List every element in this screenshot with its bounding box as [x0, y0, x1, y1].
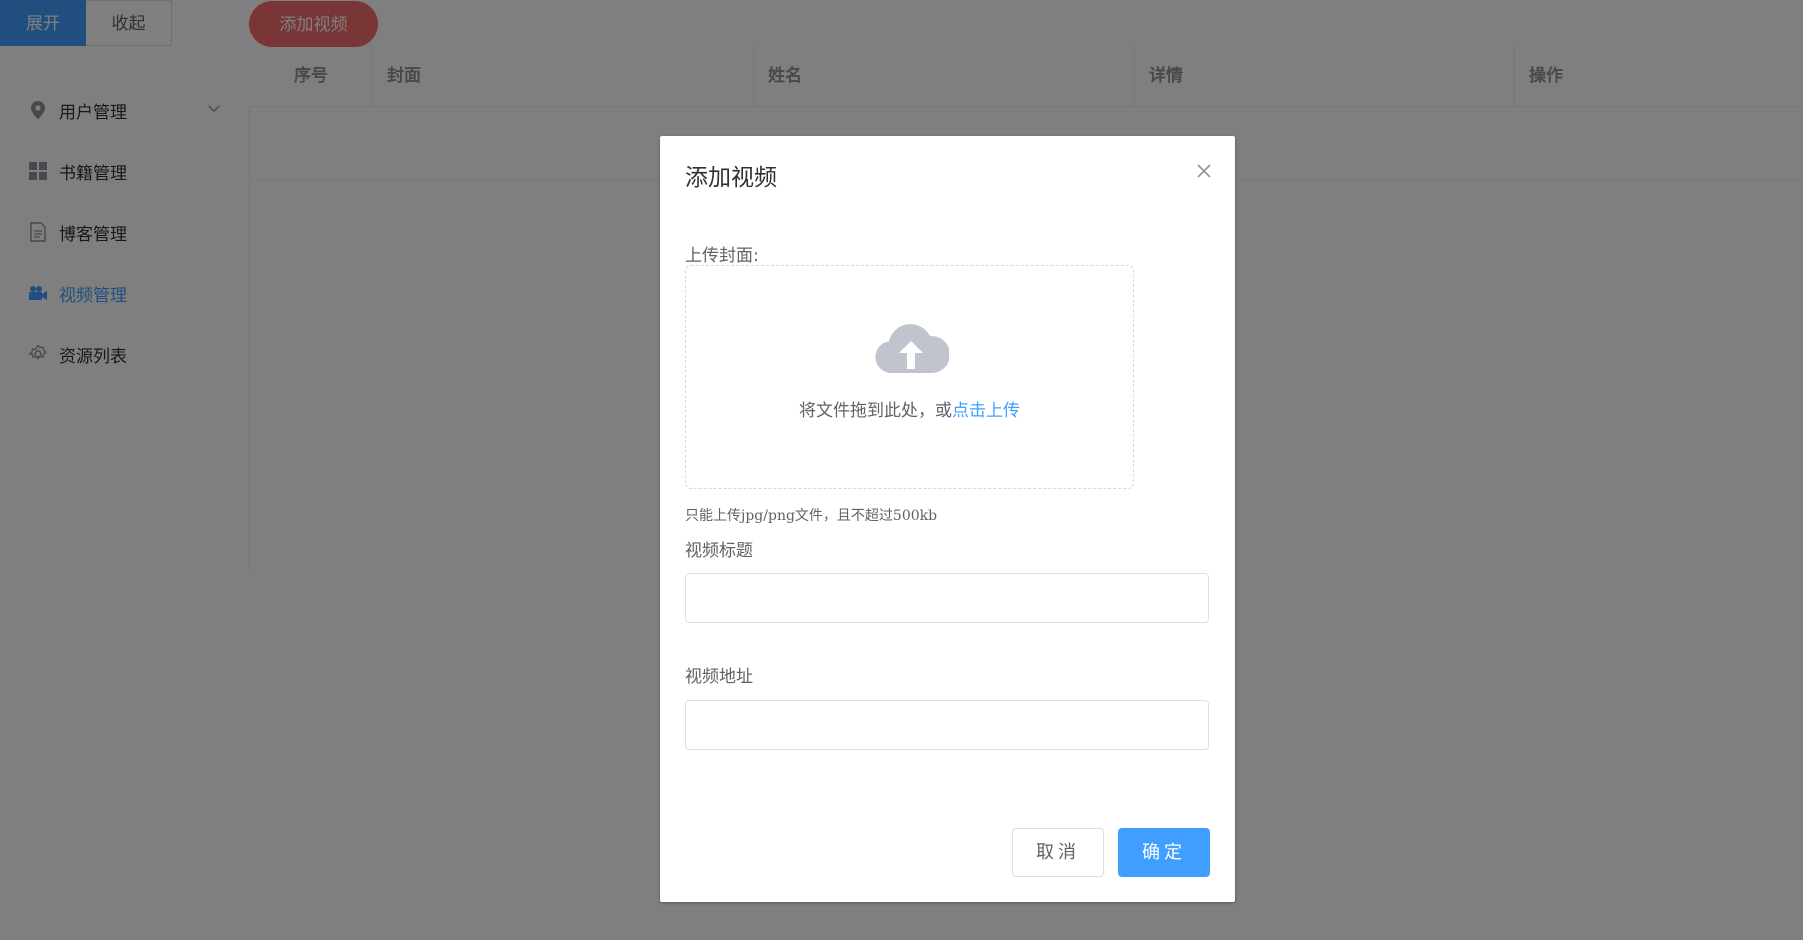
close-icon[interactable]	[1195, 162, 1213, 180]
upload-instruction: 将文件拖到此处，或点击上传	[686, 396, 1133, 421]
cover-label: 上传封面:	[685, 246, 759, 266]
video-title-input[interactable]	[685, 573, 1209, 623]
upload-drag-text: 将文件拖到此处，或	[799, 401, 952, 421]
cancel-button[interactable]: 取消	[1012, 828, 1104, 877]
video-title-label: 视频标题	[685, 541, 753, 561]
cover-upload-dropzone[interactable]: 将文件拖到此处，或点击上传	[685, 265, 1134, 489]
video-url-label: 视频地址	[685, 667, 753, 687]
confirm-button[interactable]: 确定	[1118, 828, 1210, 877]
upload-tip: 只能上传jpg/png文件，且不超过500kb	[685, 508, 938, 524]
cloud-upload-icon	[873, 317, 951, 377]
dialog-title: 添加视频	[685, 165, 777, 191]
click-upload-link[interactable]: 点击上传	[952, 401, 1020, 421]
video-url-input[interactable]	[685, 700, 1209, 750]
add-video-dialog: 添加视频 上传封面: 将文件拖到此处，或点击上传 只能上传jpg/png文件，且…	[660, 136, 1235, 902]
